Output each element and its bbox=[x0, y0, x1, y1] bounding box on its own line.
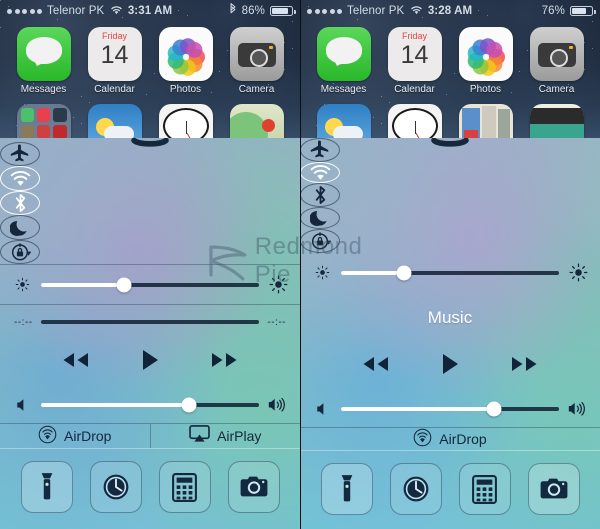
elapsed-time: --:-- bbox=[14, 316, 33, 328]
air-row: AirDrop AirPlay bbox=[0, 422, 301, 448]
airplay-label: AirPlay bbox=[217, 427, 262, 444]
fast-forward-button[interactable] bbox=[208, 350, 242, 375]
toggle-bluetooth[interactable] bbox=[300, 183, 340, 207]
shortcut-row bbox=[0, 448, 300, 529]
status-bar: Telenor PK 3:28 AM 76% bbox=[300, 0, 600, 22]
bluetooth-icon bbox=[229, 3, 237, 19]
calendar-icon: Friday 14 bbox=[387, 27, 442, 81]
panel-right: Telenor PK 3:28 AM 76% Messages Friday 14 Cale… bbox=[300, 0, 600, 529]
wifi-icon bbox=[410, 5, 423, 18]
playback-scrubber-row: --:-- --:-- bbox=[0, 305, 300, 334]
brightness-slider[interactable] bbox=[341, 265, 559, 280]
shortcut-timer[interactable] bbox=[389, 463, 442, 515]
shortcut-camera[interactable] bbox=[527, 463, 580, 515]
status-bar: Telenor PK 3:31 AM 86% bbox=[0, 0, 300, 22]
panel-seam bbox=[300, 0, 301, 529]
camera-icon bbox=[529, 27, 584, 81]
battery-percent: 86% bbox=[241, 5, 265, 17]
playback-scrubber[interactable] bbox=[40, 320, 260, 325]
volume-slider-row bbox=[300, 391, 600, 427]
toggle-rotation-lock[interactable] bbox=[0, 239, 40, 265]
toggle-wifi[interactable] bbox=[0, 166, 40, 191]
messages-icon bbox=[316, 27, 371, 81]
carrier-label: Telenor PK bbox=[47, 5, 105, 17]
toggle-airplane-mode[interactable] bbox=[300, 138, 340, 162]
wifi-icon bbox=[110, 5, 123, 18]
shortcut-row bbox=[300, 450, 600, 529]
airdrop-button[interactable]: AirDrop bbox=[0, 424, 150, 448]
fast-forward-button[interactable] bbox=[508, 354, 542, 379]
shortcut-timer[interactable] bbox=[89, 461, 142, 513]
toggle-wifi[interactable] bbox=[300, 162, 340, 183]
shortcut-flashlight[interactable] bbox=[20, 461, 73, 513]
airdrop-button[interactable]: AirDrop bbox=[300, 428, 600, 450]
brightness-slider-row bbox=[0, 265, 300, 304]
grabber-handle-icon[interactable] bbox=[130, 138, 170, 147]
airdrop-icon bbox=[413, 428, 432, 450]
shortcut-calculator[interactable] bbox=[158, 461, 211, 513]
carrier-label: Telenor PK bbox=[347, 5, 405, 17]
messages-icon bbox=[16, 27, 71, 81]
airdrop-label: AirDrop bbox=[439, 431, 487, 447]
volume-high-icon bbox=[268, 397, 288, 413]
toggle-bluetooth[interactable] bbox=[0, 190, 40, 216]
signal-strength-dots bbox=[7, 8, 42, 14]
rewind-button[interactable] bbox=[358, 354, 392, 379]
toggle-rotation-lock[interactable] bbox=[300, 229, 340, 253]
volume-high-icon bbox=[568, 401, 588, 417]
play-button[interactable] bbox=[140, 348, 160, 377]
brightness-slider-row bbox=[300, 253, 600, 292]
battery-icon bbox=[570, 5, 596, 17]
brightness-low-icon bbox=[12, 277, 32, 292]
toggle-do-not-disturb[interactable] bbox=[0, 215, 40, 240]
grabber-handle-icon[interactable] bbox=[430, 138, 470, 147]
air-row: AirDrop bbox=[300, 427, 600, 450]
brightness-slider[interactable] bbox=[41, 277, 259, 293]
brightness-high-icon bbox=[268, 275, 288, 294]
camera-icon bbox=[229, 27, 284, 81]
airdrop-icon bbox=[38, 425, 57, 447]
shortcut-calculator[interactable] bbox=[458, 463, 511, 515]
battery-percent: 76% bbox=[541, 5, 565, 17]
shortcut-flashlight[interactable] bbox=[320, 463, 373, 515]
panel-left: Telenor PK 3:31 AM 86% Messages Friday 14 Cale… bbox=[0, 0, 300, 529]
photos-icon bbox=[158, 27, 213, 81]
photos-icon bbox=[458, 27, 513, 81]
rewind-button[interactable] bbox=[58, 350, 92, 375]
toggle-do-not-disturb[interactable] bbox=[300, 207, 340, 229]
toggle-airplane-mode[interactable] bbox=[0, 141, 40, 167]
control-center: Music AirDrop bbox=[300, 138, 600, 529]
airplay-button[interactable]: AirPlay bbox=[149, 423, 301, 448]
play-button[interactable] bbox=[440, 352, 460, 381]
volume-low-icon bbox=[312, 402, 332, 416]
volume-slider[interactable] bbox=[41, 397, 259, 413]
remaining-time: --:-- bbox=[267, 316, 286, 328]
control-center: --:-- --:-- AirDrop AirPlay bbox=[0, 138, 300, 529]
shortcut-camera[interactable] bbox=[227, 461, 280, 513]
home-screen: Telenor PK 3:31 AM 86% Messages Friday 14 Cale… bbox=[0, 0, 300, 150]
airdrop-label: AirDrop bbox=[64, 427, 112, 444]
signal-strength-dots bbox=[307, 8, 342, 14]
battery-icon bbox=[270, 5, 296, 17]
volume-slider[interactable] bbox=[341, 401, 559, 417]
transport-controls bbox=[0, 334, 300, 387]
brightness-high-icon bbox=[568, 263, 588, 282]
volume-low-icon bbox=[12, 398, 32, 412]
airplay-icon bbox=[189, 425, 210, 446]
calendar-icon: Friday 14 bbox=[87, 27, 142, 81]
transport-controls bbox=[300, 338, 600, 391]
now-playing-title: Music bbox=[427, 308, 473, 327]
volume-slider-row bbox=[0, 387, 300, 423]
home-screen: Telenor PK 3:28 AM 76% Messages Friday 14 Cale… bbox=[300, 0, 600, 150]
brightness-low-icon bbox=[312, 265, 332, 280]
